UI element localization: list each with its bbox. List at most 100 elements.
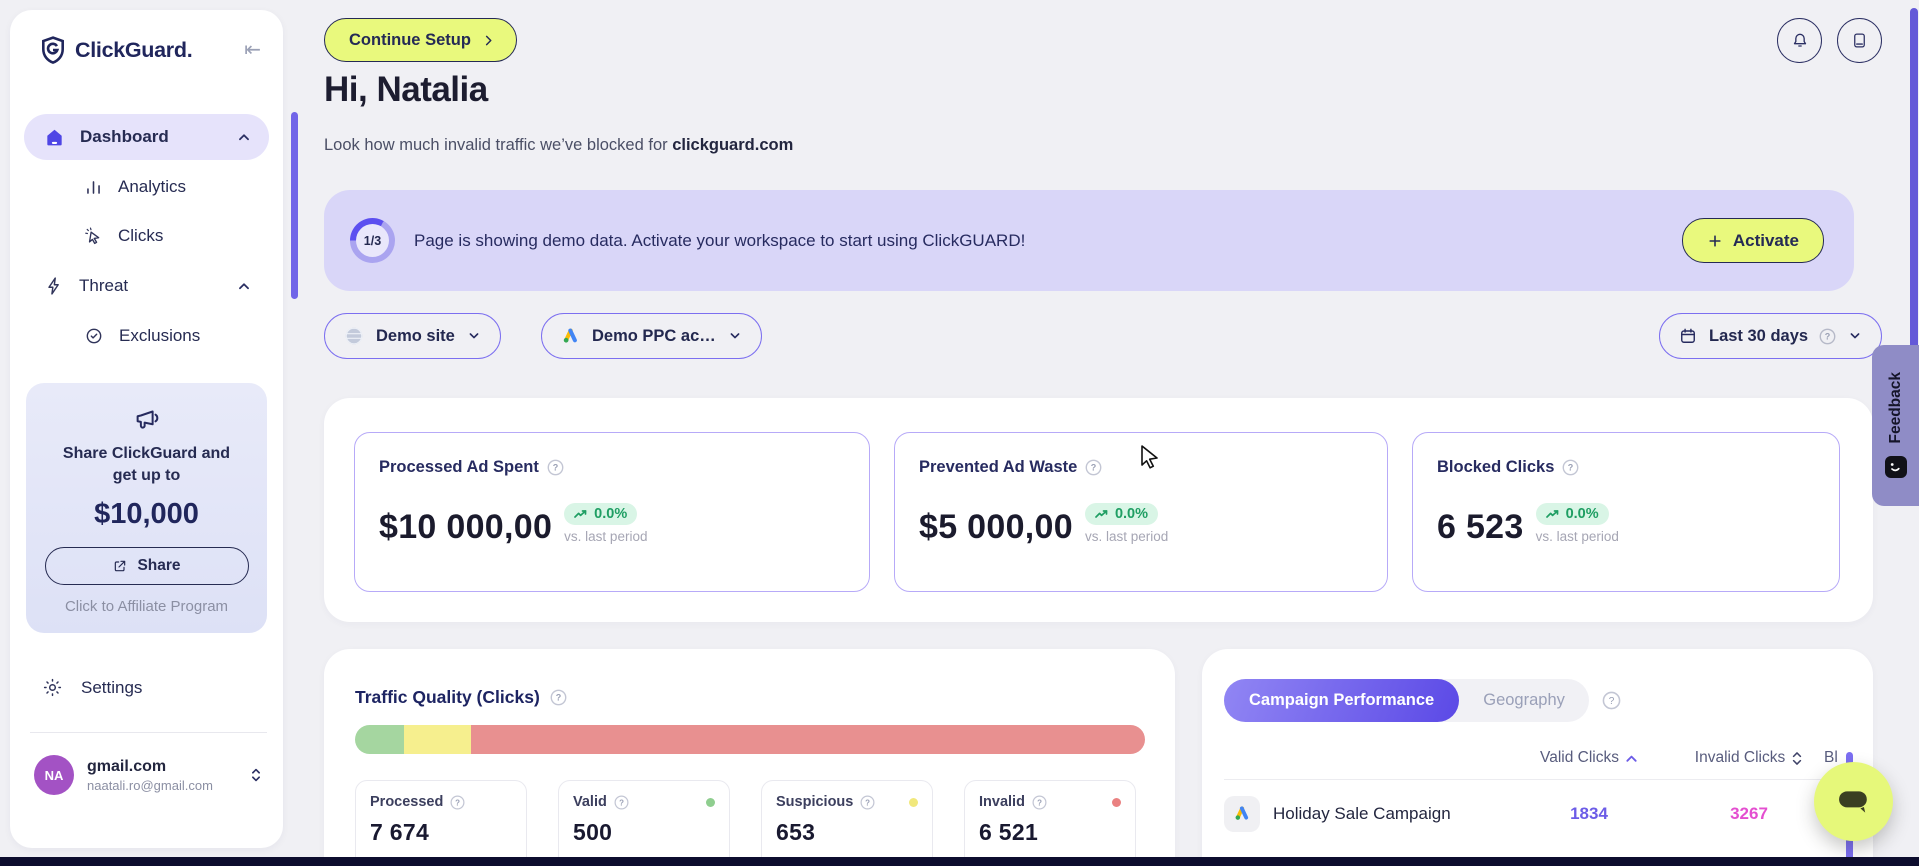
home-icon xyxy=(44,127,65,148)
sidebar-item-settings[interactable]: Settings xyxy=(10,677,283,698)
sidebar: ClickGuard. ⇤ Dashboard xyxy=(10,10,283,848)
sidebar-item-exclusions[interactable]: Exclusions xyxy=(24,314,269,358)
promo-text-line2: get up to xyxy=(38,465,255,487)
column-valid-clicks[interactable]: Valid Clicks xyxy=(1504,749,1674,767)
sidebar-collapse-icon[interactable]: ⇤ xyxy=(244,40,261,60)
ppc-account-filter-dropdown[interactable]: Demo PPC ac… xyxy=(541,313,762,359)
kpi-delta-badge: 0.0% xyxy=(1085,503,1158,525)
sidebar-item-threat[interactable]: Threat xyxy=(24,263,269,309)
sidebar-item-clicks[interactable]: Clicks xyxy=(24,214,269,258)
kpi-delta-badge: 0.0% xyxy=(564,503,637,525)
table-divider xyxy=(1224,779,1873,780)
column-invalid-clicks[interactable]: Invalid Clicks xyxy=(1674,749,1824,767)
date-range-value: Last 30 days xyxy=(1709,327,1808,346)
kpi-caption: vs. last period xyxy=(564,529,647,544)
badge-check-icon xyxy=(84,326,104,346)
help-icon[interactable]: ? xyxy=(1032,795,1047,810)
column-label: Invalid Clicks xyxy=(1695,749,1785,767)
svg-text:?: ? xyxy=(455,798,460,807)
trend-up-icon xyxy=(1546,509,1560,520)
content-scrollbar-thumb[interactable] xyxy=(291,112,298,299)
campaign-name: Holiday Sale Campaign xyxy=(1273,804,1451,824)
share-button[interactable]: Share xyxy=(45,547,249,585)
svg-text:?: ? xyxy=(1825,331,1831,341)
help-icon: ? xyxy=(1819,328,1836,345)
trend-up-icon xyxy=(574,509,588,520)
date-range-dropdown[interactable]: Last 30 days ? xyxy=(1659,313,1882,359)
column-label: Valid Clicks xyxy=(1540,749,1619,767)
bar-chart-icon xyxy=(84,178,103,197)
suspicious-dot xyxy=(909,798,918,807)
bar-segment-suspicious xyxy=(404,725,471,754)
invalid-dot xyxy=(1112,798,1121,807)
chevron-updown-icon xyxy=(247,764,265,786)
cursor-click-icon xyxy=(84,227,103,246)
kpi-cards-container: Processed Ad Spent ? $10 000,00 0.0% vs.… xyxy=(324,398,1873,622)
table-row[interactable]: Holiday Sale Campaign 1834 3267 xyxy=(1224,786,1873,842)
avatar: NA xyxy=(34,755,74,795)
metric-card-processed: Processed ? 7 674 0.00% xyxy=(355,780,527,866)
help-icon[interactable]: ? xyxy=(1085,459,1102,476)
kpi-label: Prevented Ad Waste xyxy=(919,458,1077,477)
affiliate-link[interactable]: Click to Affiliate Program xyxy=(38,598,255,615)
kpi-delta: 0.0% xyxy=(1115,506,1148,522)
tab-geography[interactable]: Geography xyxy=(1459,691,1589,710)
help-icon[interactable]: ? xyxy=(550,689,567,706)
affiliate-promo-card[interactable]: Share ClickGuard and get up to $10,000 S… xyxy=(26,383,267,633)
account-email: naatali.ro@gmail.com xyxy=(87,778,213,793)
clickguard-logo[interactable]: ClickGuard. xyxy=(40,36,192,64)
sidebar-nav: Dashboard Analytics xyxy=(10,114,283,363)
svg-text:?: ? xyxy=(865,798,870,807)
sidebar-item-dashboard[interactable]: Dashboard xyxy=(24,114,269,160)
bar-segment-invalid xyxy=(471,725,1145,754)
clickguard-dashboard: ClickGuard. ⇤ Dashboard xyxy=(0,0,1919,866)
chat-launcher-button[interactable] xyxy=(1814,762,1893,841)
setup-progress-ring: 1/3 xyxy=(350,218,395,263)
nav-label: Clicks xyxy=(118,226,163,246)
activate-button[interactable]: Activate xyxy=(1682,218,1824,263)
valid-dot xyxy=(706,798,715,807)
svg-text:?: ? xyxy=(619,798,624,807)
account-name: gmail.com xyxy=(87,758,213,776)
window-bottom-edge xyxy=(0,857,1919,866)
site-filter-dropdown[interactable]: Demo site xyxy=(324,313,501,359)
demo-data-banner: 1/3 Page is showing demo data. Activate … xyxy=(324,190,1854,291)
sort-both-icon xyxy=(1791,750,1803,767)
svg-text:?: ? xyxy=(1609,696,1615,707)
metric-value: 7 674 xyxy=(370,819,512,846)
globe-icon xyxy=(343,325,365,347)
metric-value: 500 xyxy=(573,819,715,846)
help-icon[interactable]: ? xyxy=(614,795,629,810)
smiley-icon xyxy=(1884,455,1908,479)
help-icon[interactable]: ? xyxy=(860,795,875,810)
help-icon[interactable]: ? xyxy=(547,459,564,476)
metric-value: 653 xyxy=(776,819,918,846)
subtitle-text: Look how much invalid traffic we’ve bloc… xyxy=(324,136,672,154)
metric-value: 6 521 xyxy=(979,819,1121,846)
kpi-delta: 0.0% xyxy=(594,506,627,522)
sidebar-item-analytics[interactable]: Analytics xyxy=(24,165,269,209)
chevron-up-icon xyxy=(235,277,253,295)
svg-text:?: ? xyxy=(553,463,559,473)
tab-campaign-performance[interactable]: Campaign Performance xyxy=(1224,679,1459,722)
account-switcher[interactable]: NA gmail.com naatali.ro@gmail.com xyxy=(10,755,283,795)
lightning-icon xyxy=(44,276,64,296)
help-icon[interactable]: ? xyxy=(1602,691,1621,710)
sidebar-divider xyxy=(30,732,267,733)
chat-bubble-icon xyxy=(1835,786,1873,818)
svg-text:?: ? xyxy=(1037,798,1042,807)
continue-setup-button[interactable]: Continue Setup xyxy=(324,18,517,62)
calendar-icon xyxy=(1678,326,1698,346)
help-icon[interactable]: ? xyxy=(1562,459,1579,476)
chevron-right-icon xyxy=(481,33,496,48)
metric-label: Suspicious xyxy=(776,794,853,810)
help-icon[interactable]: ? xyxy=(450,795,465,810)
feedback-tab[interactable]: Feedback xyxy=(1872,345,1919,506)
docs-button[interactable] xyxy=(1837,18,1882,63)
notifications-button[interactable] xyxy=(1777,18,1822,63)
plus-icon xyxy=(1707,233,1723,249)
valid-clicks-value: 1834 xyxy=(1504,804,1674,824)
kpi-card-prevented-ad-waste: Prevented Ad Waste ? $5 000,00 0.0% vs. … xyxy=(894,432,1388,592)
kpi-value: $5 000,00 xyxy=(919,510,1073,544)
svg-text:?: ? xyxy=(1568,463,1574,473)
